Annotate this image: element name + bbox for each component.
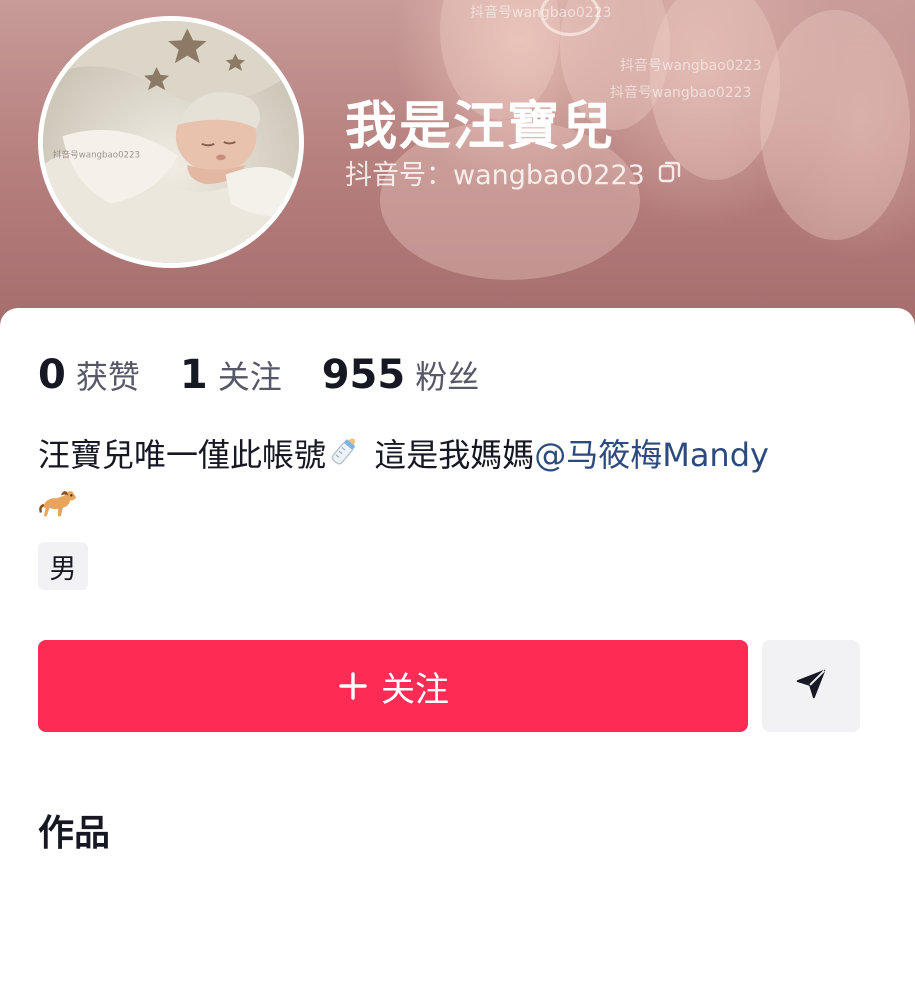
send-icon <box>792 665 830 707</box>
copy-icon[interactable] <box>657 159 683 185</box>
avatar[interactable]: 抖音号wangbao0223 <box>38 16 304 268</box>
plus-icon <box>337 670 369 702</box>
stat-likes[interactable]: 0 获赞 <box>38 352 140 398</box>
cover-watermark: 抖音号wangbao0223 <box>610 85 752 101</box>
bio-text: 汪寶兒唯一僅此帳號 <box>38 436 327 474</box>
account-id-value: wangbao0223 <box>453 159 645 191</box>
profile-bio: 汪寶兒唯一僅此帳號 這是我媽媽@马筱梅Mandy <box>38 430 878 536</box>
baby-bottle-emoji <box>326 431 364 483</box>
stat-followers[interactable]: 955 粉丝 <box>322 352 480 398</box>
stat-label: 粉丝 <box>415 358 480 396</box>
send-message-button[interactable] <box>762 640 860 732</box>
follow-button-label: 关注 <box>381 670 449 709</box>
stat-label: 关注 <box>217 358 282 396</box>
gender-tag: 男 <box>38 542 88 590</box>
bio-mention-link[interactable]: @马筱梅Mandy <box>534 436 769 474</box>
stat-value: 955 <box>321 352 406 398</box>
works-tab-title[interactable]: 作品 <box>38 804 110 856</box>
cover-watermark: 抖音号wangbao0223 <box>620 58 762 74</box>
avatar-baby-photo: 抖音号wangbao0223 <box>43 21 299 263</box>
bio-text-continued: 這是我媽媽 <box>364 436 535 474</box>
avatar-watermark: 抖音号wangbao0223 <box>53 148 140 160</box>
profile-nickname: 我是汪寶兒 <box>345 97 616 157</box>
stat-label: 获赞 <box>75 358 140 396</box>
account-id-label: 抖音号： <box>345 159 453 191</box>
profile-info-card: 0 获赞 1 关注 955 粉丝 汪寶兒唯一僅此帳號 這是我媽媽@马筱梅Mand… <box>0 308 915 998</box>
profile-stats: 0 获赞 1 关注 955 粉丝 <box>38 352 519 398</box>
cover-watermark: 抖音号wangbao0223 <box>470 5 612 21</box>
horse-emoji <box>38 484 80 536</box>
stat-value: 0 <box>38 352 66 398</box>
stat-following[interactable]: 1 关注 <box>180 352 282 398</box>
account-id-row[interactable]: 抖音号：wangbao0223 <box>345 152 683 192</box>
stat-value: 1 <box>179 352 208 398</box>
account-id: 抖音号：wangbao0223 <box>345 153 645 192</box>
follow-button[interactable]: 关注 <box>38 640 748 732</box>
